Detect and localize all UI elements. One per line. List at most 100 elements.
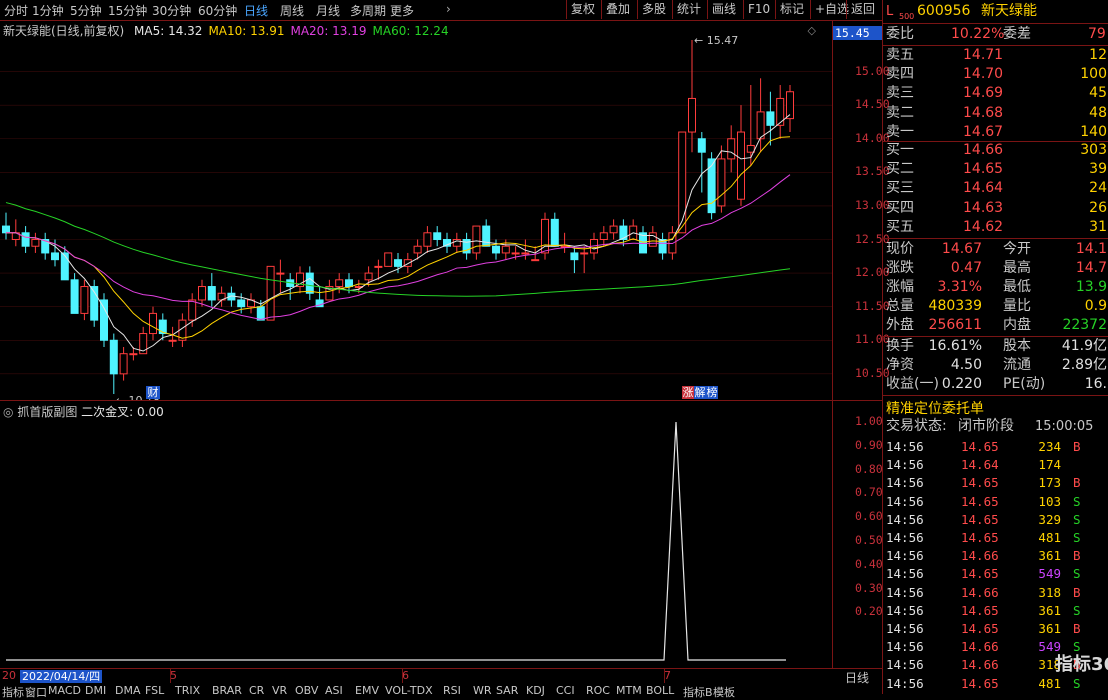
indicator-tab[interactable]: VR — [272, 684, 287, 697]
toolbar-period-item[interactable]: 日线 — [244, 2, 268, 19]
unlock-marker[interactable]: 解 — [694, 386, 706, 399]
candle — [550, 212, 559, 247]
main-kline-chart[interactable]: ← 15.47← 10.18 新天绿能(日线,前复权) MA5: 14.32MA… — [0, 20, 832, 400]
toolbar-period-item[interactable]: 5分钟 — [70, 2, 102, 19]
indicator-tab[interactable]: VOL-TDX — [385, 684, 433, 697]
toolbar-period-item[interactable]: 分时 — [4, 2, 28, 19]
indicator-tab[interactable]: FSL — [145, 684, 164, 697]
quote-row: 涨幅 3.31% 最低 13.9 — [883, 278, 1108, 297]
candle — [109, 333, 118, 394]
billboard-marker[interactable]: 榜 — [706, 386, 718, 399]
indicator-tick-label: 0.90 — [855, 437, 883, 452]
indicator-tab[interactable]: DMA — [115, 684, 141, 697]
indicator-tab[interactable]: RSI — [443, 684, 461, 697]
tick-price: 14.65 — [961, 602, 999, 618]
book-volume: 39 — [1089, 161, 1107, 178]
candle — [296, 266, 304, 294]
tick-price: 14.65 — [961, 621, 999, 636]
tick-direction: B — [1073, 439, 1081, 454]
toolbar-action-button[interactable]: 多股 — [637, 0, 670, 19]
tick-volume: 361 — [1038, 602, 1061, 618]
date-mark: 7 — [664, 669, 671, 682]
tick-volume: 318 — [1038, 584, 1061, 600]
toolbar-action-button[interactable]: 标记 — [775, 0, 808, 19]
indicator-tab[interactable]: 窗口 — [25, 684, 47, 700]
quote-row: 收益(一) 0.220 PE(动) 16. — [883, 375, 1108, 394]
indicator-tab[interactable]: ASI — [325, 684, 343, 697]
tick-price: 14.66 — [961, 657, 999, 673]
tick-price: 14.66 — [961, 639, 999, 655]
tick-price: 14.65 — [961, 511, 999, 527]
kline-svg: ← 15.47← 10.18 — [0, 34, 832, 400]
candle — [776, 85, 785, 139]
toolbar-action-button[interactable]: 返回 — [846, 0, 879, 19]
toolbar-period-item[interactable]: 周线 — [280, 2, 304, 19]
financial-report-marker[interactable]: 财 — [146, 386, 160, 399]
toolbar-period-item[interactable]: 30分钟 — [152, 2, 191, 19]
tick-volume: 361 — [1038, 621, 1061, 636]
toolbar-action-button[interactable]: F10 — [743, 0, 774, 19]
indicator-tab[interactable]: CCI — [556, 684, 575, 697]
book-price: 14.64 — [963, 180, 1004, 197]
book-level-label: 买一 — [886, 142, 914, 158]
indicator-tab[interactable]: 模板 — [713, 684, 735, 700]
toolbar-action-button[interactable]: 画线 — [707, 0, 740, 19]
indicator-tab[interactable]: MTM — [616, 684, 642, 697]
book-price: 14.68 — [963, 104, 1004, 121]
indicator-tab[interactable]: BOLL — [646, 684, 674, 697]
indicator-tab[interactable]: ROC — [586, 684, 610, 697]
candle — [472, 225, 481, 260]
toolbar-period-item[interactable]: 多周期 — [350, 2, 386, 19]
quote-label: 最高 — [1003, 260, 1031, 276]
quote-value: 4.50 — [950, 357, 982, 373]
candle — [70, 273, 79, 314]
chart-legend: 新天绿能(日线,前复权) MA5: 14.32 MA10: 13.91 MA20: … — [3, 22, 449, 39]
quote-value: 41.9亿 — [1061, 338, 1107, 354]
tick-row: 14:56 14.65 234 B — [883, 438, 1108, 456]
indicator-tab[interactable]: DMI — [85, 684, 106, 697]
quote-value: 14.67 — [941, 241, 982, 257]
ask-row: 卖四 14.70 100 — [883, 65, 1108, 84]
book-level-label: 买二 — [886, 161, 914, 178]
tick-time: 14:56 — [886, 493, 924, 509]
indicator-tab[interactable]: WR — [473, 684, 492, 697]
toolbar-period-item[interactable]: 1分钟 — [32, 2, 64, 19]
toolbar-period-item[interactable]: 60分钟 — [198, 2, 237, 19]
limit-up-marker[interactable]: 涨 — [682, 386, 694, 399]
chart-settings-icon[interactable]: ◇ — [808, 24, 816, 37]
indicator-tick-label: 0.30 — [855, 580, 883, 595]
tick-price: 14.65 — [961, 566, 999, 582]
tick-price: 14.65 — [961, 493, 999, 509]
book-price: 14.71 — [963, 47, 1004, 63]
indicator-tab[interactable]: SAR — [496, 684, 518, 697]
ask-row: 卖一 14.67 140 — [883, 123, 1108, 142]
indicator-tab[interactable]: CR — [249, 684, 264, 697]
candle — [286, 273, 295, 300]
toolbar-period-item[interactable]: 15分钟 — [108, 2, 147, 19]
indicator-collapse-icon[interactable]: ◎ — [3, 405, 13, 419]
toolbar-action-button[interactable]: 统计 — [672, 0, 705, 19]
date-tick — [664, 669, 665, 683]
quote-label: 换手 — [886, 338, 914, 354]
indicator-tab[interactable]: MACD — [48, 684, 81, 697]
toolbar-period-item[interactable]: 月线 — [316, 2, 340, 19]
indicator-tab[interactable]: 指标B — [683, 684, 713, 700]
book-volume: 140 — [1080, 123, 1107, 140]
toolbar-action-button[interactable]: 复权 — [566, 0, 599, 19]
tick-volume: 173 — [1038, 475, 1061, 491]
toolbar-more-item[interactable]: 更多 — [390, 2, 414, 19]
quote-label: 涨跌 — [886, 260, 914, 276]
toolbar-action-button[interactable]: 叠加 — [601, 0, 634, 19]
candle — [570, 246, 579, 274]
indicator-tab[interactable]: 指标 — [2, 684, 24, 700]
candle — [168, 326, 177, 347]
tick-time: 14:56 — [886, 602, 924, 618]
indicator-tab[interactable]: EMV — [355, 684, 379, 697]
indicator-tab[interactable]: TRIX — [175, 684, 200, 697]
indicator-tab[interactable]: BRAR — [212, 684, 242, 697]
indicator-tab[interactable]: KDJ — [526, 684, 545, 697]
book-volume: 31 — [1089, 218, 1107, 235]
chevron-right-icon[interactable]: › — [446, 2, 451, 16]
sub-indicator-chart[interactable]: ◎ 抓首版副图 二次金叉: 0.00 — [0, 402, 832, 668]
indicator-tab[interactable]: OBV — [295, 684, 318, 697]
